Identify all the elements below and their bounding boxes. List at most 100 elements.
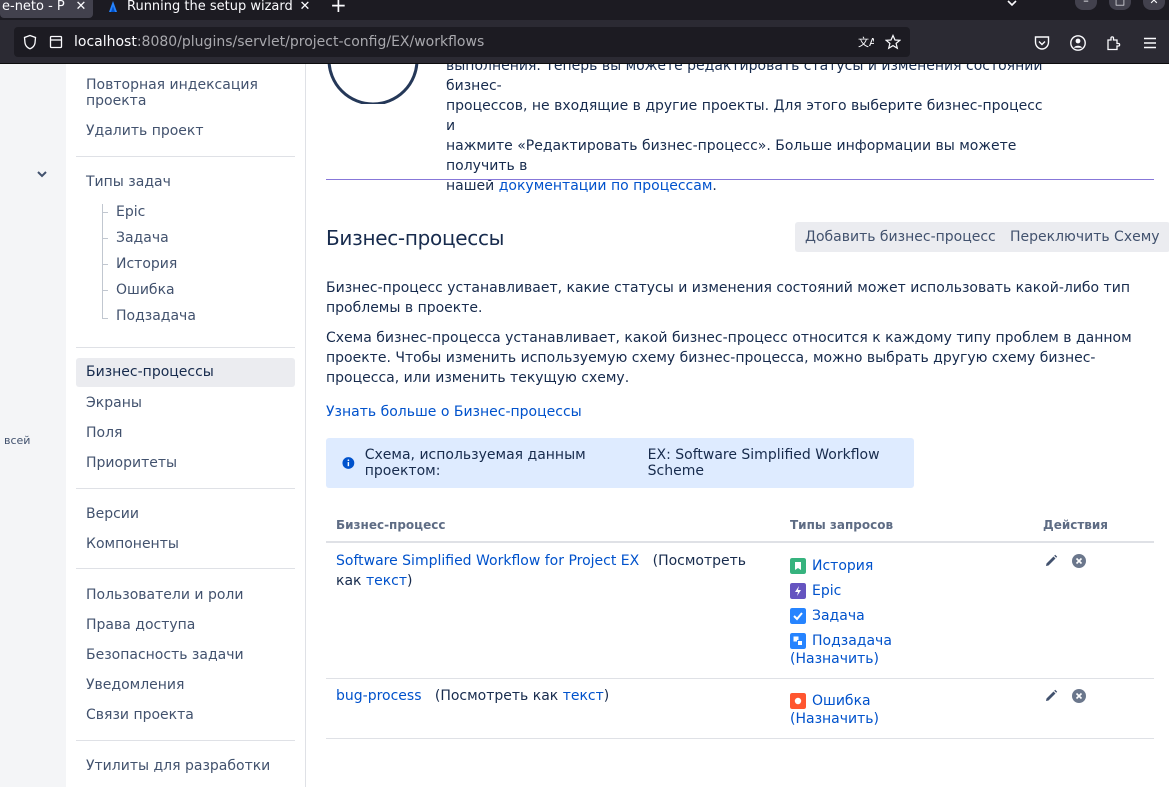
sidebar-item-fields[interactable]: Поля xyxy=(86,425,122,441)
tab-close-icon[interactable]: ✕ xyxy=(73,0,89,14)
chevron-down-icon[interactable] xyxy=(36,168,48,180)
atlassian-favicon-icon xyxy=(109,1,117,12)
tracking-shield-icon[interactable] xyxy=(22,34,38,50)
sidebar-item-components[interactable]: Компоненты xyxy=(86,536,179,552)
sidebar-item-project-links[interactable]: Связи проекта xyxy=(86,707,194,723)
workflow-docs-link[interactable]: документации по процессам xyxy=(499,178,713,194)
intro-line: процессов, не входящие в другие проекты.… xyxy=(446,98,1043,134)
sidebar-item-users-roles[interactable]: Пользователи и роли xyxy=(86,587,243,603)
url-bar[interactable]: localhost:8080/plugins/servlet/project-c… xyxy=(14,27,910,57)
add-workflow-button[interactable]: Добавить бизнес-процесс xyxy=(795,222,1022,252)
new-tab-button[interactable]: + xyxy=(330,0,347,17)
tree-tick xyxy=(102,318,108,319)
page-title: Бизнес-процессы xyxy=(326,226,505,250)
browser-tab-bar: e-neto - P ✕ Running the setup wizard ✕ … xyxy=(0,0,1169,20)
task-icon xyxy=(790,608,806,624)
table-row-divider xyxy=(326,678,1154,679)
translate-icon[interactable]: 文A xyxy=(858,34,874,50)
global-sidebar-collapsed: всей xyxy=(0,64,66,787)
assign-link[interactable]: (Назначить) xyxy=(790,651,879,667)
learn-more-link[interactable]: Узнать больше о Бизнес-процессы xyxy=(326,404,582,420)
tab-inactive[interactable]: Running the setup wizard ✕ xyxy=(99,0,317,18)
issue-type-label: История xyxy=(812,558,874,574)
workflow-description: Бизнес-процесс устанавливает, какие стат… xyxy=(326,280,1130,316)
sidebar-item-screens[interactable]: Экраны xyxy=(86,395,142,411)
edit-pencil-icon[interactable] xyxy=(1043,553,1059,569)
issue-type-label: Ошибка xyxy=(812,693,871,709)
sidebar-item-workflows[interactable]: Бизнес-процессы xyxy=(76,358,295,387)
sidebar-item-priorities[interactable]: Приоритеты xyxy=(86,455,177,471)
remove-icon[interactable] xyxy=(1071,688,1087,704)
assign-link[interactable]: (Назначить) xyxy=(790,711,879,727)
sidebar-divider xyxy=(76,568,295,569)
sidebar-item-versions[interactable]: Версии xyxy=(86,506,139,522)
table-row-divider xyxy=(326,738,1154,739)
list-tabs-chevron-icon[interactable] xyxy=(1006,0,1018,10)
issue-type-bug[interactable]: Ошибка xyxy=(790,691,871,711)
sidebar-divider xyxy=(76,488,295,489)
url-host: localhost xyxy=(74,34,137,50)
extensions-icon[interactable] xyxy=(1105,34,1123,52)
table-row: bug-process (Посмотреть как текст) xyxy=(336,686,756,706)
intro-line: выполнения. Теперь вы можете редактирова… xyxy=(446,64,1043,94)
window-close-icon[interactable]: ✕ xyxy=(1143,0,1165,10)
project-settings-sidebar: Повторная индексация проекта Удалить про… xyxy=(66,64,306,787)
sidebar-item-delete-project[interactable]: Удалить проект xyxy=(86,123,204,139)
sidebar-item-reindex[interactable]: Повторная индексация проекта xyxy=(86,77,286,109)
sidebar-issue-type-story[interactable]: История xyxy=(116,256,177,272)
scheme-description: Схема бизнес-процесса устанавливает, как… xyxy=(326,330,1132,386)
sidebar-item-issue-types[interactable]: Типы задач xyxy=(86,174,171,190)
issue-type-subtask[interactable]: Подзадача xyxy=(790,631,892,651)
subtask-icon xyxy=(790,633,806,649)
issue-type-label: Задача xyxy=(812,608,865,624)
sidebar-issue-type-epic[interactable]: Epic xyxy=(116,204,145,220)
section-divider xyxy=(326,179,1154,180)
switch-scheme-button[interactable]: Переключить Схему xyxy=(1000,222,1169,252)
sidebar-issue-type-bug[interactable]: Ошибка xyxy=(116,282,175,298)
pocket-icon[interactable] xyxy=(1033,34,1051,52)
edit-pencil-icon[interactable] xyxy=(1043,688,1059,704)
sidebar-item-notifications[interactable]: Уведомления xyxy=(86,677,184,693)
url-path: :8080/plugins/servlet/project-config/EX/… xyxy=(136,34,485,50)
view-as-suffix: ) xyxy=(407,573,413,589)
sidebar-item-permissions[interactable]: Права доступа xyxy=(86,617,195,633)
table-header-divider xyxy=(326,541,1154,543)
maximize-icon[interactable]: □ xyxy=(1109,0,1131,10)
remove-icon[interactable] xyxy=(1071,553,1087,569)
intro-prefix: нашей xyxy=(446,178,495,194)
issue-type-task[interactable]: Задача xyxy=(790,606,865,626)
tab-close-icon[interactable]: ✕ xyxy=(297,0,313,14)
sidebar-issue-type-task[interactable]: Задача xyxy=(116,230,169,246)
tab-active[interactable]: e-neto - P ✕ xyxy=(0,0,93,18)
column-header-workflow: Бизнес-процесс xyxy=(336,518,446,532)
sidebar-item-issue-security[interactable]: Безопасность задачи xyxy=(86,647,244,663)
view-as-suffix: ) xyxy=(603,688,610,704)
browser-navbar: localhost:8080/plugins/servlet/project-c… xyxy=(0,20,1169,64)
add-workflow-label: Добавить бизнес-процесс xyxy=(805,229,996,245)
issue-type-story[interactable]: История xyxy=(790,556,873,576)
sidebar-item-dev-tools[interactable]: Утилиты для разработки xyxy=(86,758,270,774)
tab-title: e-neto - P xyxy=(2,0,65,14)
workflow-name-link[interactable]: Software Simplified Workflow for Project… xyxy=(336,553,639,569)
menu-icon[interactable] xyxy=(1141,34,1159,52)
intro-line: нажмите «Редактировать бизнес-процесс». … xyxy=(446,138,1017,174)
issue-type-epic[interactable]: Epic xyxy=(790,581,841,601)
scheme-name: EX: Software Simplified Workflow Scheme xyxy=(647,447,880,479)
sidebar-issue-type-subtask[interactable]: Подзадача xyxy=(116,308,196,324)
bug-icon xyxy=(790,693,806,709)
bookmark-star-icon[interactable] xyxy=(885,34,901,50)
strip-label: всей xyxy=(4,434,31,447)
url-text[interactable]: localhost:8080/plugins/servlet/project-c… xyxy=(74,34,484,50)
issue-type-label: Epic xyxy=(812,583,842,599)
tree-tick xyxy=(102,212,108,213)
view-as-text-link[interactable]: текст xyxy=(366,573,407,589)
page-content: всей Повторная индексация проекта Удалит… xyxy=(0,64,1169,787)
tree-tick xyxy=(102,290,108,291)
account-icon[interactable] xyxy=(1069,34,1087,52)
tab-title: Running the setup wizard xyxy=(127,0,293,14)
minimize-icon[interactable]: – xyxy=(1075,0,1097,10)
workflow-name-link[interactable]: bug-process xyxy=(336,688,422,704)
page-info-icon[interactable] xyxy=(48,34,64,50)
view-as-text-link[interactable]: текст xyxy=(563,688,604,704)
info-icon xyxy=(342,457,355,469)
